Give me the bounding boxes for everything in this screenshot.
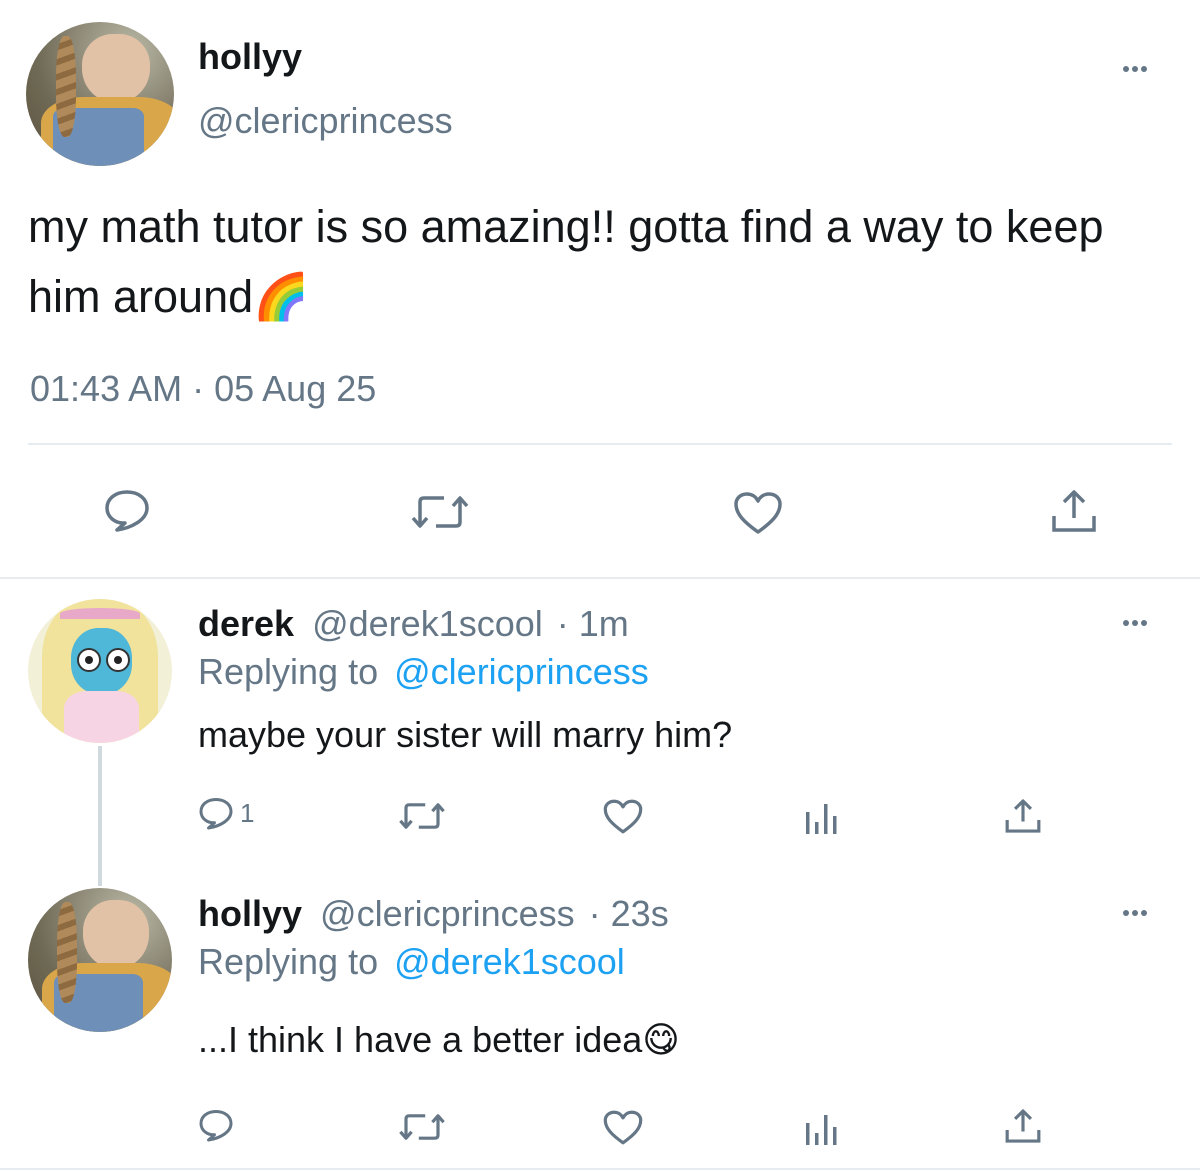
analytics-icon	[806, 804, 837, 834]
main-action-divider	[0, 577, 1200, 579]
reply-2-more-icon[interactable]	[1123, 910, 1147, 916]
reply-1-time: · 1m	[556, 603, 629, 644]
reply-2-display-name[interactable]: hollyy	[198, 893, 302, 934]
like-icon	[603, 1110, 643, 1145]
main-retweet-button[interactable]	[410, 492, 470, 532]
reply-1-replying-to: Replying to @clericprincess	[198, 651, 649, 693]
reply-1-display-name[interactable]: derek	[198, 603, 294, 644]
main-tweet-text: my math tutor is so amazing!! gotta find…	[28, 201, 1104, 322]
like-icon	[603, 799, 643, 834]
reply-1-reply-button[interactable]: 1	[198, 796, 254, 830]
reply-1-more-icon[interactable]	[1123, 620, 1147, 626]
reply-2-share-button[interactable]	[1004, 1106, 1042, 1146]
reply-2-header: hollyy @clericprincess · 23s	[198, 893, 669, 935]
reply-1-header: derek @derek1scool · 1m	[198, 603, 629, 645]
reply-2-replying-link[interactable]: @derek1scool	[394, 941, 625, 982]
reply-2-time: · 23s	[588, 893, 669, 934]
main-like-button[interactable]	[732, 490, 784, 536]
reply-1-handle[interactable]: @derek1scool	[312, 603, 543, 644]
reply-2-avatar[interactable]	[28, 888, 172, 1032]
main-reply-button[interactable]	[103, 488, 151, 532]
main-tweet-avatar[interactable]	[26, 22, 174, 166]
reply-2-analytics-button[interactable]	[804, 1111, 840, 1147]
share-icon	[1005, 1109, 1041, 1143]
reply-1-analytics-button[interactable]	[804, 800, 840, 836]
analytics-icon	[806, 1115, 837, 1145]
reply-1-reply-count: 1	[240, 797, 255, 828]
reply-1-like-button[interactable]	[602, 798, 644, 835]
reply-icon	[199, 1110, 233, 1142]
retweet-icon	[411, 496, 469, 528]
reply-1-avatar[interactable]	[28, 599, 172, 743]
main-share-button[interactable]	[1050, 486, 1098, 536]
bottom-divider	[0, 1168, 1200, 1170]
reply-2-like-button[interactable]	[602, 1109, 644, 1146]
reply-icon	[199, 798, 233, 830]
thread-connector-line	[98, 746, 102, 886]
reply-2-replying-label: Replying to	[198, 941, 379, 982]
reply-icon	[105, 490, 149, 532]
main-tweet-more-icon[interactable]	[1123, 66, 1147, 72]
share-icon	[1052, 490, 1096, 532]
main-tweet-divider	[28, 443, 1172, 445]
reply-2-replying-to: Replying to @derek1scool	[198, 941, 625, 983]
reply-1-text: maybe your sister will marry him?	[198, 714, 733, 755]
main-tweet-display-name[interactable]: hollyy	[198, 36, 302, 78]
retweet-icon	[399, 1114, 445, 1140]
reply-2-text: ...I think I have a better idea😋	[198, 1019, 680, 1060]
reply-1-replying-link[interactable]: @clericprincess	[394, 651, 649, 692]
share-icon	[1005, 799, 1041, 833]
reply-2-handle[interactable]: @clericprincess	[320, 893, 575, 934]
reply-2-retweet-button[interactable]	[398, 1111, 446, 1143]
reply-1-share-button[interactable]	[1004, 796, 1042, 836]
main-tweet-timestamp: 01:43 AM · 05 Aug 25	[30, 368, 377, 409]
retweet-icon	[399, 803, 445, 829]
reply-1-replying-label: Replying to	[198, 651, 379, 692]
main-tweet-handle[interactable]: @clericprincess	[198, 100, 453, 142]
reply-2-reply-button[interactable]	[198, 1108, 234, 1142]
like-icon	[734, 492, 782, 534]
reply-1-retweet-button[interactable]	[398, 800, 446, 832]
